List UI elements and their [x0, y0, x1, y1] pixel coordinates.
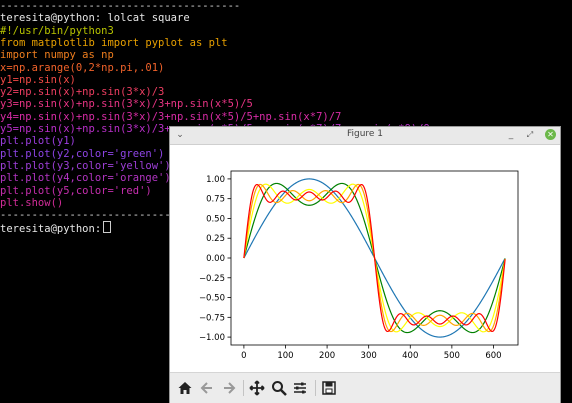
toolbar-separator	[315, 380, 316, 396]
terminal-line: teresita@python:	[0, 221, 112, 235]
y-tick-label: −1.00	[199, 333, 225, 343]
terminal-line: plt.plot(y5,color='red')	[0, 184, 152, 197]
terminal-line: #!/usr/bin/python3	[0, 24, 114, 37]
toolbar-separator	[243, 380, 244, 396]
minimize-icon[interactable]: _	[505, 128, 517, 142]
y-axis: 1.00 0.75 0.50 0.25 0.00 −0.25 −0.50 −0.75 −1.00	[199, 175, 231, 343]
y-tick-label: 1.00	[206, 175, 225, 185]
home-icon[interactable]	[177, 380, 193, 396]
window-titlebar[interactable]: ⌄ Figure 1 _ ⤢ ✕	[170, 127, 560, 145]
x-tick-label: 500	[444, 351, 460, 361]
back-icon[interactable]	[199, 380, 215, 396]
terminal-line: y2=np.sin(x)+np.sin(3*x)/3	[0, 86, 165, 99]
y-tick-label: −0.75	[199, 313, 225, 323]
plot-canvas[interactable]: 1.00 0.75 0.50 0.25 0.00 −0.25 −0.50 −0.75 −1.00…	[170, 145, 560, 371]
y-tick-label: −0.25	[199, 274, 225, 284]
terminal-line: teresita@python: lolcat square	[0, 12, 190, 25]
y-tick-label: −0.50	[199, 294, 225, 304]
x-axis: 0 100 200 300 400 500 600	[241, 345, 502, 361]
terminal-line: y1=np.sin(x)	[0, 73, 76, 86]
y-tick-label: 0.75	[206, 195, 225, 205]
pan-icon[interactable]	[249, 380, 265, 396]
terminal-line: plt.plot(y3,color='yellow')	[0, 159, 171, 172]
y-tick-label: 0.25	[206, 234, 225, 244]
terminal-line: plt.plot(y2,color='green')	[0, 147, 165, 160]
terminal-line: import numpy as np	[0, 49, 114, 62]
forward-icon[interactable]	[221, 380, 237, 396]
figure-toolbar	[170, 372, 560, 403]
terminal-line: from matplotlib import pyplot as plt	[0, 36, 228, 49]
terminal-line: y4=np.sin(x)+np.sin(3*x)/3+np.sin(x*5)/5…	[0, 110, 342, 123]
x-tick-label: 200	[319, 351, 335, 361]
x-tick-label: 100	[277, 351, 293, 361]
terminal-line: plt.plot(y1)	[0, 135, 76, 148]
terminal-line: plt.show()	[0, 196, 64, 209]
x-tick-label: 300	[361, 351, 377, 361]
x-tick-label: 400	[402, 351, 418, 361]
terminal-line: plt.plot(y4,color='orange')	[0, 172, 171, 185]
maximize-icon[interactable]: ⤢	[524, 128, 536, 142]
close-icon[interactable]: ✕	[545, 129, 556, 140]
configure-icon[interactable]	[292, 380, 308, 396]
window-title: Figure 1	[346, 129, 384, 139]
terminal-line: --------------------------------------	[0, 0, 241, 12]
x-tick-label: 0	[241, 351, 246, 361]
terminal-line: y3=np.sin(x)+np.sin(3*x)/3+np.sin(x*5)/5	[0, 98, 253, 111]
y-tick-label: 0.00	[206, 254, 225, 264]
zoom-icon[interactable]	[271, 380, 287, 396]
x-tick-label: 600	[485, 351, 501, 361]
y-tick-label: 0.50	[206, 214, 225, 224]
terminal-line: x=np.arange(0,2*np.pi,.01)	[0, 61, 165, 74]
terminal-cursor	[103, 221, 112, 234]
save-icon[interactable]	[321, 380, 337, 396]
figure-window: ⌄ Figure 1 _ ⤢ ✕ 1.00 0.75 0.50 0.25 0.00 −0.…	[169, 126, 561, 403]
